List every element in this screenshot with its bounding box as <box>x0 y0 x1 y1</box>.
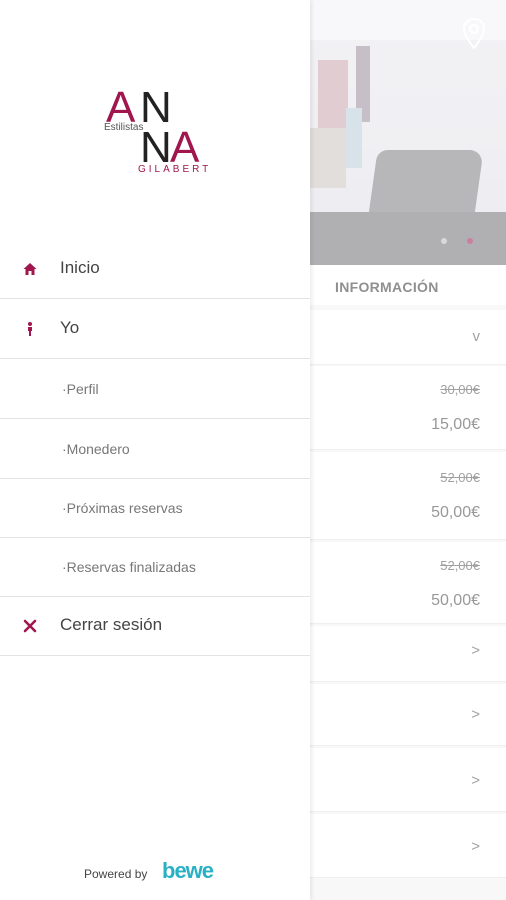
menu-item-yo[interactable]: Yo <box>0 299 310 359</box>
menu-item-label: ·Perfil <box>62 381 99 397</box>
menu-item-perfil[interactable]: ·Perfil <box>0 359 310 419</box>
menu-item-label: ·Próximas reservas <box>62 500 183 516</box>
logo-surname: GILABERT <box>138 164 212 175</box>
navigation-drawer: A N N A Estilistas GILABERT Inicio Yo ·P… <box>0 0 310 900</box>
menu-item-inicio[interactable]: Inicio <box>0 239 310 299</box>
bewe-logo[interactable]: bewe <box>162 858 214 884</box>
logo-subtitle: Estilistas <box>104 122 144 133</box>
menu-item-cerrar-sesion[interactable]: Cerrar sesión <box>0 596 310 656</box>
menu-item-monedero[interactable]: ·Monedero <box>0 419 310 479</box>
menu-item-reservas-finalizadas[interactable]: ·Reservas finalizadas <box>0 537 310 597</box>
close-icon <box>23 619 37 633</box>
home-icon <box>23 263 37 275</box>
menu-item-label: Cerrar sesión <box>60 615 163 634</box>
powered-by-text: Powered by <box>84 867 148 881</box>
menu-item-proximas-reservas[interactable]: ·Próximas reservas <box>0 478 310 538</box>
menu-item-label: Yo <box>60 318 80 337</box>
menu-item-label: Inicio <box>60 258 100 277</box>
menu-item-label: ·Monedero <box>62 441 130 457</box>
anna-gilabert-logo: A N N A Estilistas GILABERT <box>100 86 210 176</box>
person-icon <box>28 322 32 336</box>
menu-item-label: ·Reservas finalizadas <box>62 559 196 575</box>
